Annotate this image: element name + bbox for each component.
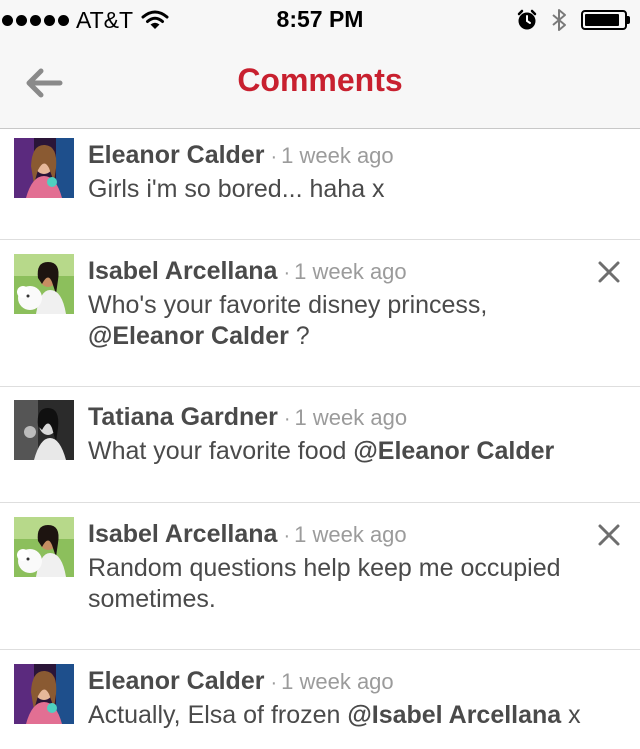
comment-body: Eleanor Calder · 1 week ago Girls i'm so b… bbox=[88, 139, 604, 205]
battery-level bbox=[585, 14, 620, 26]
navigation-bar: Comments bbox=[0, 40, 640, 129]
status-bar: AT&T 8:57 PM bbox=[0, 0, 640, 40]
close-icon bbox=[598, 261, 620, 283]
comment-list[interactable]: Eleanor Calder · 1 week ago Girls i'm so b… bbox=[0, 129, 640, 749]
comment-text: Girls i'm so bored... haha x bbox=[88, 174, 604, 205]
comment-author[interactable]: Eleanor Calder bbox=[88, 141, 264, 169]
comment-text-after: ? bbox=[288, 322, 310, 350]
comment-time: 1 week ago bbox=[281, 143, 394, 168]
comment-time: 1 week ago bbox=[294, 259, 407, 284]
separator-dot: · bbox=[283, 525, 291, 547]
comment-body: Eleanor Calder · 1 week ago Actually, Elsa… bbox=[88, 665, 604, 731]
comment-author[interactable]: Isabel Arcellana bbox=[88, 520, 277, 548]
comment-text: Who's your favorite disney princess, @Ele… bbox=[88, 290, 604, 352]
mention-link[interactable]: @Eleanor Calder bbox=[88, 322, 289, 350]
comment-time: 1 week ago bbox=[294, 522, 407, 547]
close-icon bbox=[598, 524, 620, 546]
comment-header: Eleanor Calder · 1 week ago bbox=[88, 139, 604, 173]
comment-body: Tatiana Gardner · 1 week ago What your fav… bbox=[88, 401, 604, 467]
delete-comment-button[interactable] bbox=[596, 522, 622, 548]
avatar[interactable] bbox=[14, 400, 74, 460]
separator-dot: · bbox=[283, 262, 291, 284]
comment-body: Isabel Arcellana · 1 week ago Who's your f… bbox=[88, 255, 604, 352]
comment-text-before: Who's your favorite disney princess, bbox=[88, 291, 488, 319]
comment-text-before: What your favorite food bbox=[88, 437, 354, 465]
mention-link[interactable]: @Eleanor Calder bbox=[353, 437, 554, 465]
comment-author[interactable]: Eleanor Calder bbox=[88, 667, 264, 695]
comment-item: Isabel Arcellana · 1 week ago Who's your f… bbox=[0, 240, 640, 387]
mention-link[interactable]: @Isabel Arcellana bbox=[347, 701, 561, 729]
alarm-icon bbox=[517, 9, 537, 30]
comment-time: 1 week ago bbox=[281, 669, 394, 694]
comment-text-before: Actually, Elsa of frozen bbox=[88, 701, 348, 729]
comment-item: Isabel Arcellana · 1 week ago Random quest… bbox=[0, 503, 640, 650]
comment-item: Tatiana Gardner · 1 week ago What your fav… bbox=[0, 387, 640, 503]
separator-dot: · bbox=[283, 408, 291, 430]
comment-header: Isabel Arcellana · 1 week ago bbox=[88, 255, 604, 289]
comment-text-before: Girls i'm so bored... haha x bbox=[88, 175, 385, 203]
avatar[interactable] bbox=[14, 517, 74, 577]
comment-author[interactable]: Isabel Arcellana bbox=[88, 257, 277, 285]
comment-text-after: x bbox=[561, 701, 581, 729]
comment-text: Random questions help keep me occupied s… bbox=[88, 553, 604, 615]
comment-body: Isabel Arcellana · 1 week ago Random quest… bbox=[88, 518, 604, 615]
comment-text: What your favorite food @Eleanor Calder bbox=[88, 436, 604, 467]
bluetooth-icon bbox=[552, 9, 566, 31]
delete-comment-button[interactable] bbox=[596, 259, 622, 285]
comment-time: 1 week ago bbox=[294, 405, 408, 430]
comment-item: Eleanor Calder · 1 week ago Actually, Elsa… bbox=[0, 650, 640, 749]
status-right bbox=[517, 8, 630, 32]
separator-dot: · bbox=[270, 146, 278, 168]
comment-author[interactable]: Tatiana Gardner bbox=[88, 403, 278, 431]
comment-header: Eleanor Calder · 1 week ago bbox=[88, 665, 604, 699]
avatar[interactable] bbox=[14, 664, 74, 724]
avatar[interactable] bbox=[14, 254, 74, 314]
comment-text-before: Random questions help keep me occupied s… bbox=[88, 554, 561, 613]
comment-item: Eleanor Calder · 1 week ago Girls i'm so b… bbox=[0, 129, 640, 240]
comment-header: Isabel Arcellana · 1 week ago bbox=[88, 518, 604, 552]
page-title: Comments bbox=[237, 62, 403, 98]
comment-header: Tatiana Gardner · 1 week ago bbox=[88, 401, 604, 435]
separator-dot: · bbox=[270, 672, 278, 694]
avatar[interactable] bbox=[14, 138, 74, 198]
comment-text: Actually, Elsa of frozen @Isabel Arcella… bbox=[88, 700, 604, 731]
battery-icon bbox=[581, 10, 630, 30]
